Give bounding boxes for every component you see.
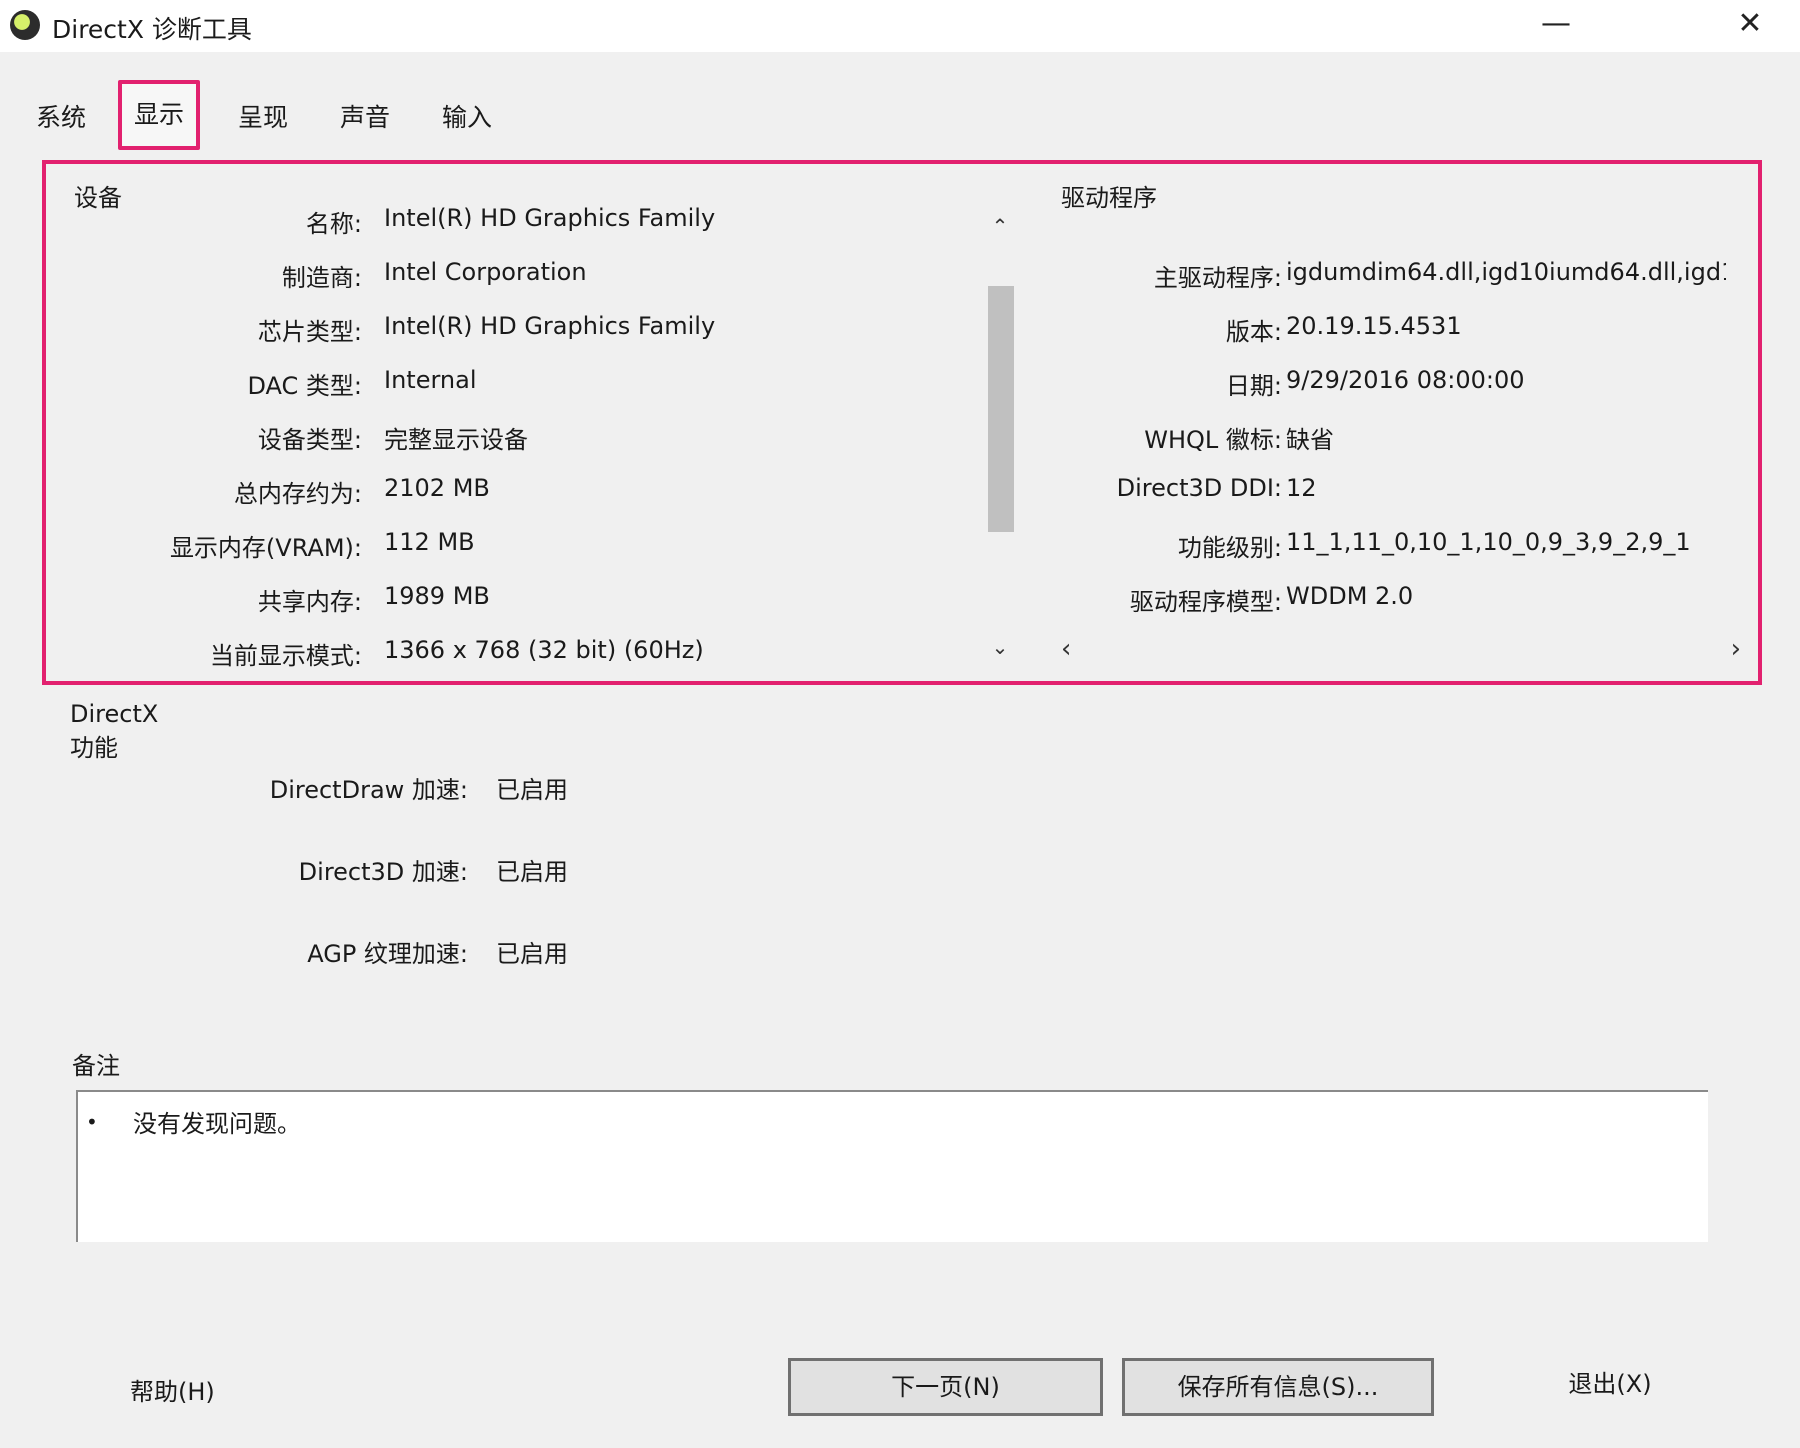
whql-label: WHQL 徽标: bbox=[1144, 426, 1282, 454]
close-button[interactable]: ✕ bbox=[1720, 4, 1780, 44]
driver-model-value: WDDM 2.0 bbox=[1286, 582, 1414, 610]
main-driver-label: 主驱动程序: bbox=[1153, 264, 1282, 292]
direct3d-accel-value: 已启用 bbox=[496, 858, 568, 886]
total-memory-label: 总内存约为: bbox=[233, 480, 362, 508]
directx-features-title: DirectX 功能 bbox=[70, 700, 159, 762]
d3d-ddi-value: 12 bbox=[1286, 474, 1317, 502]
tab-display[interactable]: 显示 bbox=[118, 80, 201, 150]
driver-model-label: 驱动程序模型: bbox=[1129, 588, 1282, 616]
note-item: 没有发现问题。 bbox=[133, 1110, 301, 1138]
tab-render[interactable]: 呈现 bbox=[238, 98, 288, 134]
next-page-button[interactable]: 下一页(N) bbox=[788, 1358, 1103, 1416]
display-mode-label: 当前显示模式: bbox=[209, 642, 362, 670]
save-all-info-button[interactable]: 保存所有信息(S)... bbox=[1122, 1358, 1434, 1416]
scroll-up-arrow-icon[interactable]: ⌃ bbox=[986, 214, 1014, 238]
minimize-button[interactable]: — bbox=[1526, 4, 1586, 44]
device-type-value: 完整显示设备 bbox=[384, 426, 528, 454]
device-name-label: 名称: bbox=[305, 210, 362, 238]
dac-type-label: DAC 类型: bbox=[247, 372, 362, 400]
tab-sound[interactable]: 声音 bbox=[340, 98, 390, 134]
scroll-left-arrow-icon[interactable]: ‹ bbox=[1061, 634, 1071, 664]
note-bullet: • bbox=[86, 1110, 98, 1134]
notes-title: 备注 bbox=[72, 1052, 120, 1080]
vram-label: 显示内存(VRAM): bbox=[169, 534, 362, 562]
driver-group-title: 驱动程序 bbox=[1061, 184, 1157, 212]
directdraw-accel-value: 已启用 bbox=[496, 776, 568, 804]
scroll-thumb[interactable] bbox=[988, 286, 1014, 532]
agp-accel-value: 已启用 bbox=[496, 940, 568, 968]
tab-input[interactable]: 输入 bbox=[442, 98, 492, 134]
total-memory-value: 2102 MB bbox=[384, 474, 490, 502]
device-driver-panel: 设备 名称: Intel(R) HD Graphics Family 制造商: … bbox=[42, 160, 1762, 685]
direct3d-accel-label: Direct3D 加速: bbox=[298, 858, 468, 886]
device-group-title: 设备 bbox=[74, 184, 122, 212]
whql-value: 缺省 bbox=[1286, 426, 1334, 454]
scroll-right-arrow-icon[interactable]: › bbox=[1731, 634, 1741, 664]
device-vertical-scrollbar[interactable]: ⌃ ⌄ bbox=[986, 214, 1014, 659]
directdraw-accel-label: DirectDraw 加速: bbox=[269, 776, 468, 804]
exit-button[interactable]: 退出(X) bbox=[1540, 1358, 1680, 1416]
tab-system[interactable]: 系统 bbox=[36, 98, 86, 134]
driver-date-label: 日期: bbox=[1225, 372, 1282, 400]
title-bar: DirectX 诊断工具 — ✕ bbox=[0, 0, 1800, 52]
manufacturer-label: 制造商: bbox=[281, 264, 362, 292]
dac-type-value: Internal bbox=[384, 366, 477, 394]
driver-date-value: 9/29/2016 08:00:00 bbox=[1286, 366, 1525, 394]
agp-accel-label: AGP 纹理加速: bbox=[307, 940, 468, 968]
feature-levels-value: 11_1,11_0,10_1,10_0,9_3,9_2,9_1 bbox=[1286, 528, 1691, 556]
window-title: DirectX 诊断工具 bbox=[52, 15, 252, 44]
chip-type-value: Intel(R) HD Graphics Family bbox=[384, 312, 716, 340]
chip-type-label: 芯片类型: bbox=[257, 318, 362, 346]
feature-levels-label: 功能级别: bbox=[1177, 534, 1282, 562]
shared-memory-value: 1989 MB bbox=[384, 582, 490, 610]
shared-memory-label: 共享内存: bbox=[257, 588, 362, 616]
driver-version-label: 版本: bbox=[1225, 318, 1282, 346]
d3d-ddi-label: Direct3D DDI: bbox=[1116, 474, 1282, 502]
manufacturer-value: Intel Corporation bbox=[384, 258, 587, 286]
main-driver-value: igdumdim64.dll,igd10iumd64.dll,igd1 bbox=[1286, 258, 1726, 286]
scroll-down-arrow-icon[interactable]: ⌄ bbox=[986, 635, 1014, 659]
driver-version-value: 20.19.15.4531 bbox=[1286, 312, 1462, 340]
display-mode-value: 1366 x 768 (32 bit) (60Hz) bbox=[384, 636, 704, 664]
directx-app-icon bbox=[10, 10, 40, 40]
device-type-label: 设备类型: bbox=[257, 426, 362, 454]
notes-box[interactable]: • 没有发现问题。 bbox=[76, 1090, 1708, 1242]
driver-horizontal-scrollbar[interactable]: ‹ › bbox=[1061, 634, 1741, 664]
vram-value: 112 MB bbox=[384, 528, 475, 556]
help-button[interactable]: 帮助(H) bbox=[130, 1372, 215, 1407]
device-name-value: Intel(R) HD Graphics Family bbox=[384, 204, 716, 232]
